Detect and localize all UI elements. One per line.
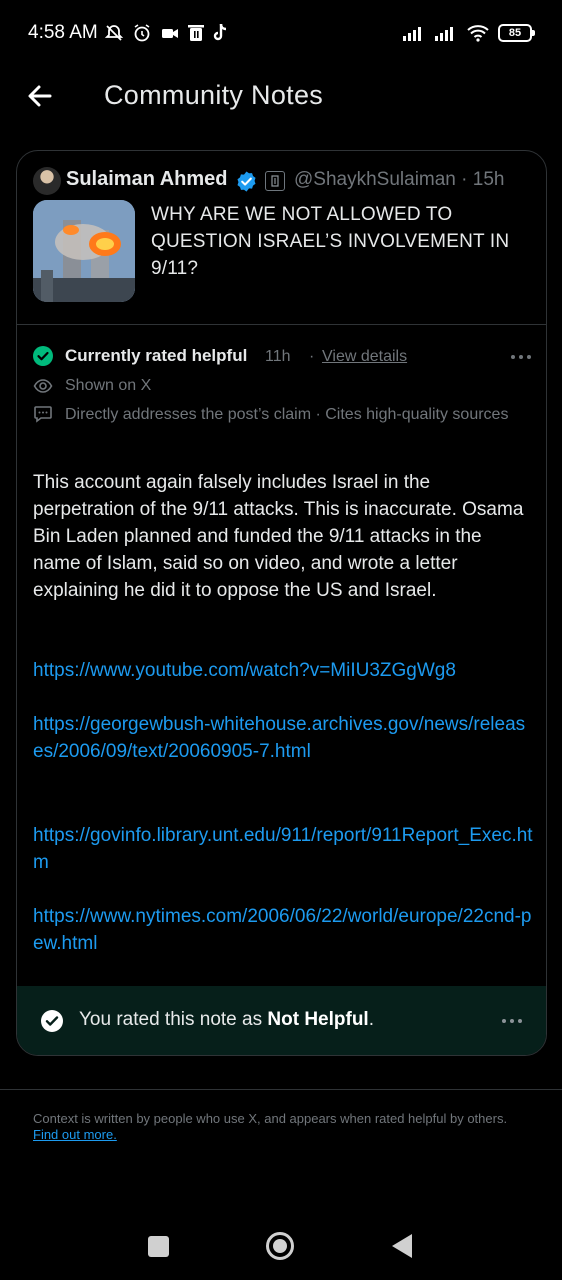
affiliation-badge-icon [265,171,285,191]
status-bar: 4:58 AM 85 [0,0,562,66]
home-button[interactable] [266,1232,294,1260]
check-circle-icon [33,346,53,366]
system-nav-bar [0,1212,562,1280]
check-circle-icon [41,1010,63,1032]
tiktok-icon [213,23,227,41]
signal-icon-2 [435,27,453,41]
note-card: Sulaiman Ahmed @ShaykhSulaiman · 15h WHY… [16,150,547,1056]
status-time: 4:58 AM [28,22,98,43]
alarm-icon [134,24,150,42]
separator-dot: · [309,348,315,365]
shown-on-label: Shown on X [65,377,152,394]
more-horizontal-icon[interactable] [509,347,533,367]
video-camera-icon [162,29,178,38]
view-details-link[interactable]: View details [322,348,407,366]
your-rating-text: You rated this note as Not Helpful. [79,1009,374,1031]
divider [0,1089,562,1090]
recents-button[interactable] [148,1236,169,1257]
eye-icon [33,379,53,393]
trash-icon [188,25,204,41]
avatar[interactable] [33,167,61,195]
footer-disclaimer: Context is written by people who use X, … [33,1111,533,1143]
rating-prefix: You rated this note as [79,1009,268,1030]
your-rating-bar: You rated this note as Not Helpful. [17,986,546,1055]
rating-value: Not Helpful [267,1009,369,1030]
note-link[interactable]: https://georgewbush-whitehouse.archives.… [33,711,533,765]
post-image[interactable] [33,200,135,302]
status-notification-icons [104,22,230,44]
note-age: 11h [265,348,291,365]
wifi-icon [467,25,489,42]
post-text: WHY ARE WE NOT ALLOWED TO QUESTION ISRAE… [151,204,510,279]
more-horizontal-icon[interactable] [500,1011,524,1031]
note-status-row: Currently rated helpful 11h · View detai… [33,345,533,369]
quoted-post[interactable]: Sulaiman Ahmed @ShaykhSulaiman · 15h WHY… [17,151,546,325]
mute-bell-icon [104,25,124,41]
post-author-name[interactable]: Sulaiman Ahmed [66,168,228,191]
battery-level: 85 [508,27,522,39]
arrow-left-icon[interactable] [24,80,56,112]
shown-on-row: Shown on X [33,376,533,398]
back-button[interactable] [392,1234,412,1258]
note-status-label: Currently rated helpful [65,346,248,365]
note-link[interactable]: https://govinfo.library.unt.edu/911/repo… [33,822,533,876]
find-out-more-link[interactable]: Find out more. [33,1127,117,1142]
note-link[interactable]: https://www.youtube.com/watch?v=MiIU3ZGg… [33,657,533,684]
footer-text: Context is written by people who use X, … [33,1111,508,1126]
note-body: This account again falsely includes Isra… [33,472,524,601]
chat-bubble-icon [34,406,52,423]
verified-badge-icon [237,171,256,192]
header: Community Notes [0,66,562,128]
note-reasons: Directly addresses the post’s claim · Ci… [65,406,509,423]
status-system-icons: 85 [402,22,535,44]
battery-icon: 85 [498,24,535,42]
rating-suffix: . [368,1009,374,1030]
post-handle-time: @ShaykhSulaiman · 15h [294,169,505,190]
note-reasons-row: Directly addresses the post’s claim · Ci… [33,404,533,450]
note-link[interactable]: https://www.nytimes.com/2006/06/22/world… [33,903,533,957]
page-title: Community Notes [104,80,324,110]
signal-icon [403,27,421,41]
